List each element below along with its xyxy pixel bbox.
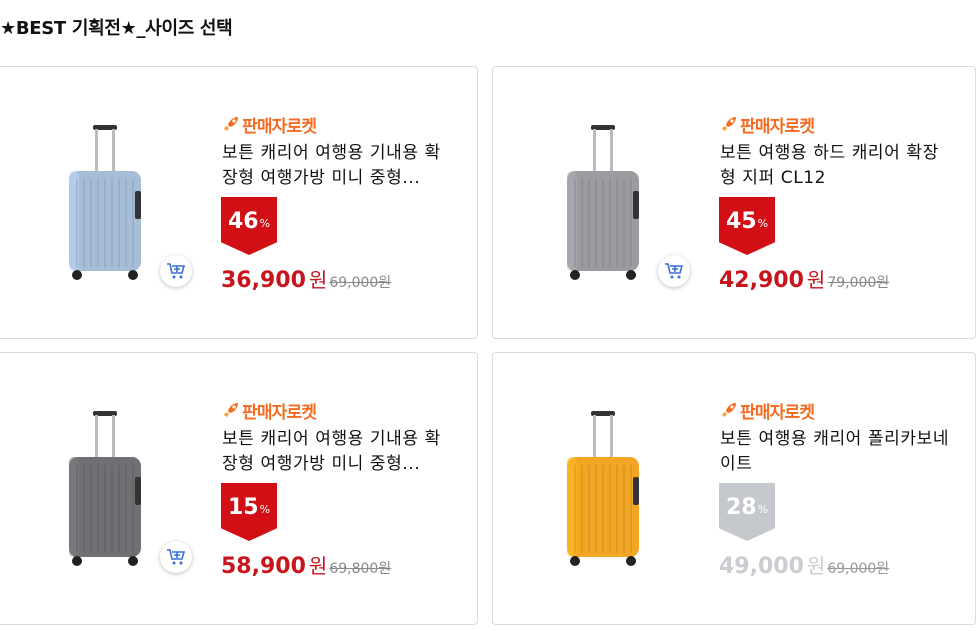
- seller-label: 판매자로켓: [242, 402, 317, 423]
- price-unit: 원: [806, 554, 826, 578]
- rocket-icon: [224, 403, 238, 417]
- sale-price: 49,000: [719, 554, 804, 579]
- discount-badge: 45%: [719, 197, 775, 255]
- product-card[interactable]: 판매자로켓 보튼 캐리어 여행용 기내용 확장형 여행가방 미니 중형... 1…: [0, 352, 478, 625]
- price-row: 42,900 원 79,000원: [719, 264, 889, 293]
- original-price: 79,000원: [827, 275, 890, 291]
- original-price: 69,000원: [329, 275, 392, 291]
- seller-label: 판매자로켓: [740, 402, 815, 423]
- add-to-cart-button[interactable]: [658, 255, 690, 287]
- price-row: 58,900 원 69,800원: [221, 550, 391, 579]
- discount-badge: 28%: [719, 483, 775, 541]
- add-to-cart-button[interactable]: [160, 255, 192, 287]
- product-title[interactable]: 보튼 여행용 캐리어 폴리카보네이트: [720, 427, 954, 477]
- suitcase-image: [567, 125, 639, 280]
- section-title: ★BEST 기획전★_사이즈 선택: [0, 18, 233, 39]
- product-card[interactable]: 판매자로켓 보튼 캐리어 여행용 기내용 확장형 여행가방 미니 중형... 4…: [0, 66, 478, 339]
- add-to-cart-button[interactable]: [160, 541, 192, 573]
- suitcase-image: [69, 125, 141, 280]
- seller-rocket-badge: 판매자로켓: [719, 112, 815, 137]
- discount-badge: 15%: [221, 483, 277, 541]
- product-card[interactable]: 판매자로켓 보튼 여행용 하드 캐리어 확장형 지퍼 CL12 45% 42,9…: [492, 66, 976, 339]
- cart-plus-icon: [167, 263, 186, 279]
- sale-price: 42,900: [719, 268, 804, 293]
- product-title[interactable]: 보튼 캐리어 여행용 기내용 확장형 여행가방 미니 중형...: [222, 141, 456, 191]
- sale-price: 58,900: [221, 554, 306, 579]
- price-unit: 원: [806, 268, 826, 292]
- product-card[interactable]: 판매자로켓 보튼 여행용 캐리어 폴리카보네이트 28% 49,000 원 69…: [492, 352, 976, 625]
- seller-rocket-badge: 판매자로켓: [221, 398, 317, 423]
- original-price: 69,000원: [827, 561, 890, 577]
- rocket-icon: [224, 117, 238, 131]
- cart-plus-icon: [665, 263, 684, 279]
- seller-label: 판매자로켓: [242, 116, 317, 137]
- cart-plus-icon: [167, 549, 186, 565]
- original-price: 69,800원: [329, 561, 392, 577]
- seller-rocket-badge: 판매자로켓: [221, 112, 317, 137]
- suitcase-image: [69, 411, 141, 566]
- product-title[interactable]: 보튼 여행용 하드 캐리어 확장형 지퍼 CL12: [720, 141, 954, 191]
- sale-price: 36,900: [221, 268, 306, 293]
- rocket-icon: [722, 117, 736, 131]
- rocket-icon: [722, 403, 736, 417]
- suitcase-image: [567, 411, 639, 566]
- price-row: 49,000 원 69,000원: [719, 550, 889, 579]
- price-row: 36,900 원 69,000원: [221, 264, 391, 293]
- seller-rocket-badge: 판매자로켓: [719, 398, 815, 423]
- product-title[interactable]: 보튼 캐리어 여행용 기내용 확장형 여행가방 미니 중형...: [222, 427, 456, 477]
- price-unit: 원: [308, 268, 328, 292]
- discount-badge: 46%: [221, 197, 277, 255]
- price-unit: 원: [308, 554, 328, 578]
- seller-label: 판매자로켓: [740, 116, 815, 137]
